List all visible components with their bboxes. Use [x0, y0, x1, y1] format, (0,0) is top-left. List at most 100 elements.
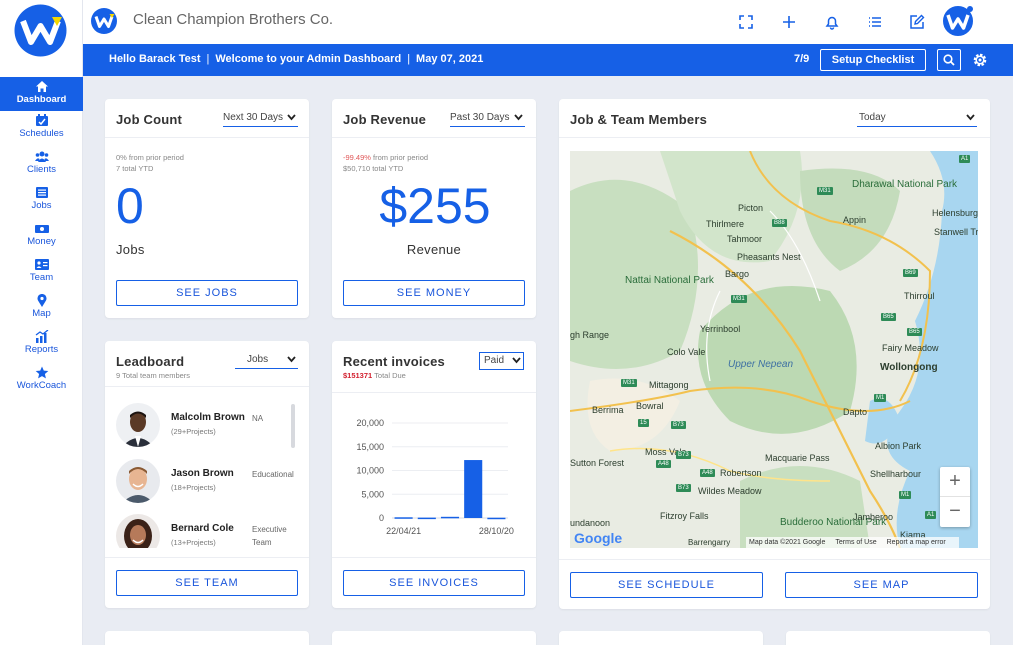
map-label-budderoo: Budderoo National Park: [780, 517, 887, 528]
chevron-down-icon: [514, 114, 523, 121]
see-team-button[interactable]: SEE TEAM: [116, 570, 298, 596]
road-badge: B88: [772, 219, 787, 227]
change-percent: -99.49%: [343, 153, 371, 162]
gear-icon[interactable]: [972, 52, 988, 68]
road-badge: B65: [907, 328, 922, 336]
card-title: Job Revenue: [343, 112, 427, 127]
map-label-stanwell: Stanwell Tr: [934, 227, 978, 237]
job-revenue-period-select[interactable]: Past 30 Days: [450, 111, 525, 127]
list-icon: [35, 187, 48, 198]
search-button[interactable]: [937, 49, 961, 71]
sidebar-item-team[interactable]: Team: [0, 258, 83, 292]
terms-link[interactable]: Terms of Use: [835, 539, 876, 546]
sidebar-item-map[interactable]: Map: [0, 294, 83, 328]
scrollbar[interactable]: [291, 404, 295, 448]
map-label-thirlmere: Thirlmere: [706, 219, 745, 229]
chart-bar[interactable]: [394, 517, 413, 519]
chart-bar[interactable]: [487, 517, 506, 520]
map-label-tahmoor: Tahmoor: [727, 234, 763, 244]
divider: [332, 392, 536, 393]
y-tick-label: 15,000: [356, 442, 384, 452]
map-label-fairy-meadow: Fairy Meadow: [882, 343, 939, 353]
map-label-nattai: Nattai National Park: [625, 275, 714, 286]
zoom-in-button[interactable]: +: [940, 467, 970, 497]
avatar: [116, 403, 160, 447]
sidebar-item-label: Money: [27, 236, 56, 247]
sidebar-item-jobs[interactable]: Jobs: [0, 186, 83, 220]
sidebar-item-workcoach[interactable]: WorkCoach: [0, 366, 83, 400]
leaderboard-card: Leadboard 9 Total team members Jobs Malc…: [105, 341, 309, 608]
invoice-status-select[interactable]: Paid: [479, 352, 524, 370]
sidebar-item-label: Team: [29, 272, 54, 283]
map-label-bargo: Bargo: [725, 269, 750, 279]
leaderboard-metric-select[interactable]: Jobs: [235, 353, 298, 369]
chart-icon: [35, 330, 48, 343]
setup-checklist-button[interactable]: Setup Checklist: [820, 49, 926, 71]
money-icon: [34, 225, 49, 233]
leaderboard-row[interactable]: Bernard Cole (13+Projects) Executive Tea…: [116, 514, 296, 548]
see-schedule-button[interactable]: SEE SCHEDULE: [570, 572, 763, 598]
list-icon[interactable]: [867, 14, 883, 30]
road-badge: A1: [925, 511, 937, 519]
road-badge: B73: [676, 451, 691, 459]
divider: [105, 137, 309, 138]
road-badge: M1: [874, 394, 887, 402]
see-jobs-button[interactable]: SEE JOBS: [116, 280, 298, 306]
map-label-wildes-meadow: Wildes Meadow: [698, 486, 762, 496]
map-label-mittagong: Mittagong: [649, 380, 689, 390]
sidebar: Dashboard Schedules Clients Jobs Money T…: [0, 0, 83, 645]
select-value: Next 30 Days: [223, 112, 284, 123]
job-revenue-value: $255: [379, 178, 491, 234]
road-badge: M1: [899, 491, 912, 499]
brand-logo-small[interactable]: [91, 8, 117, 34]
avatar: [116, 514, 160, 548]
plus-icon[interactable]: [781, 14, 797, 30]
chart-bar[interactable]: [464, 460, 483, 518]
map-label-sutton-forest: Sutton Forest: [570, 458, 625, 468]
sidebar-item-dashboard[interactable]: Dashboard: [0, 77, 83, 111]
see-invoices-button[interactable]: SEE INVOICES: [343, 570, 525, 596]
see-map-button[interactable]: SEE MAP: [785, 572, 978, 598]
sidebar-item-clients[interactable]: Clients: [0, 150, 83, 184]
road-badge: B69: [903, 269, 918, 277]
sidebar-item-label: Schedules: [19, 128, 64, 139]
user-avatar[interactable]: [941, 4, 975, 38]
report-error-link[interactable]: Report a map error: [887, 539, 946, 546]
sidebar-item-schedules[interactable]: Schedules: [0, 114, 83, 148]
x-tick-label: 28/10/20: [479, 526, 514, 536]
current-date: May 07, 2021: [416, 53, 484, 65]
road-badge: M31: [817, 187, 833, 195]
job-revenue-change: -99.49% from prior period: [343, 152, 428, 163]
y-tick-label: 10,000: [356, 466, 384, 476]
member-name: Jason Brown: [171, 468, 234, 479]
member-projects: (29+Projects): [171, 427, 216, 436]
map-label-barrengarry: Barrengarry: [688, 538, 731, 547]
job-count-change: 0% from prior period: [116, 153, 184, 162]
chart-bar[interactable]: [440, 516, 460, 519]
leaderboard-row[interactable]: Malcolm Brown (29+Projects) NA: [116, 403, 296, 451]
dashboard-card-partial: [559, 631, 763, 645]
job-count-period-select[interactable]: Next 30 Days: [223, 111, 298, 127]
chart-bar[interactable]: [417, 517, 436, 520]
map-label-bowral: Bowral: [636, 401, 664, 411]
map-view[interactable]: Dharawal National Park Nattai National P…: [570, 151, 978, 548]
home-icon: [35, 81, 48, 92]
fullscreen-icon[interactable]: [738, 14, 754, 30]
card-title: Recent invoices: [343, 354, 445, 369]
bell-icon[interactable]: [824, 14, 840, 30]
select-value: Today: [859, 112, 886, 123]
edit-icon[interactable]: [909, 14, 925, 30]
road-badge: B73: [676, 484, 691, 492]
map-label-macquarie-pass: Macquarie Pass: [765, 453, 830, 463]
job-count-value: 0: [116, 178, 144, 234]
sidebar-item-money[interactable]: Money: [0, 222, 83, 256]
zoom-out-button[interactable]: −: [940, 497, 970, 527]
dashboard-card-partial: [332, 631, 536, 645]
google-logo: Google: [574, 530, 622, 546]
leaderboard-subtitle: 9 Total team members: [116, 371, 191, 380]
leaderboard-row[interactable]: Jason Brown (18+Projects) Educational: [116, 459, 296, 507]
brand-logo[interactable]: [14, 4, 67, 57]
sidebar-item-reports[interactable]: Reports: [0, 330, 83, 364]
see-money-button[interactable]: SEE MONEY: [343, 280, 525, 306]
map-period-select[interactable]: Today: [857, 111, 977, 127]
